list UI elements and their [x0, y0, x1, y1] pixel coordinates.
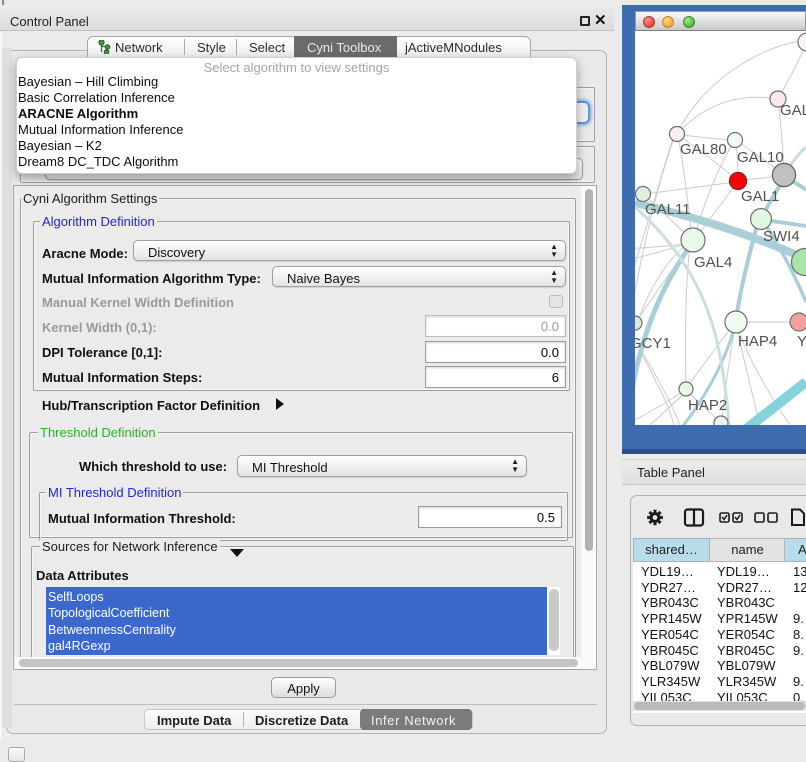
svg-text:GAL1: GAL1	[741, 188, 779, 205]
svg-text:HAP4: HAP4	[738, 333, 777, 350]
svg-text:GAL10: GAL10	[737, 149, 784, 166]
svg-text:SWI4: SWI4	[763, 228, 800, 245]
svg-text:Y: Y	[797, 333, 806, 350]
svg-text:GAL: GAL	[780, 102, 806, 119]
svg-text:GAL11: GAL11	[645, 201, 691, 218]
svg-text:GAL4: GAL4	[694, 254, 732, 271]
svg-text:HAP2: HAP2	[688, 397, 727, 414]
svg-text:GCY1: GCY1	[635, 335, 671, 352]
svg-text:GAL80: GAL80	[680, 141, 727, 158]
